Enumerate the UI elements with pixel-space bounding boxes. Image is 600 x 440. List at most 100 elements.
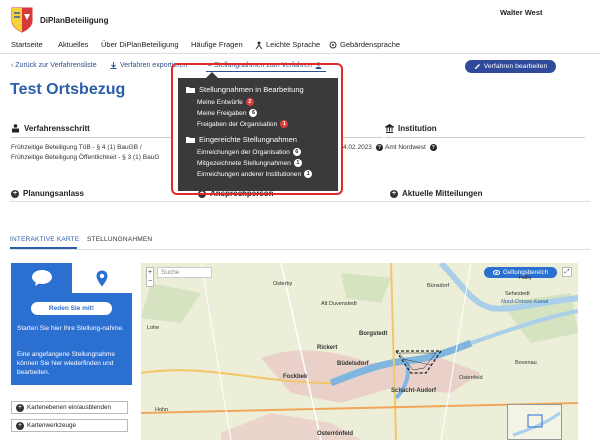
group-heading: Eingereichte Stellungnahmen <box>199 135 297 144</box>
nav-item-aktuelles[interactable]: Aktuelles <box>58 40 88 49</box>
menu-item-einreichungen-organisation[interactable]: Einreichungen der Organisation 6 <box>197 148 301 156</box>
map-label: Ostenfeld <box>459 375 483 381</box>
map-search-input[interactable]: Suche <box>157 267 212 278</box>
overview-minimap[interactable] <box>507 404 562 440</box>
stellungnahmen-dropdown-highlight: Stellungnahmen in Bearbeitung Meine Entw… <box>171 63 343 195</box>
edit-icon <box>474 64 480 69</box>
menu-item-meine-freigaben[interactable]: Meine Freigaben 6 <box>197 109 258 117</box>
group-eingereicht: Eingereichte Stellungnahmen <box>186 135 297 144</box>
participation-panel: Reden Sie mit! Starten Sie hier Ihre Ste… <box>11 263 132 385</box>
institution-label: Institution <box>398 124 437 133</box>
eye-icon <box>492 270 500 275</box>
interactive-map[interactable]: + − Suche Geltungsbereich ⤢ Alt Duvenste… <box>141 263 578 440</box>
map-label: Lohe <box>147 325 160 331</box>
menu-item-label: Einreichungen der Organisation <box>197 148 290 156</box>
planungsanlass-label: Planungsanlass <box>23 189 84 198</box>
zoom-in-button[interactable]: + <box>147 268 153 277</box>
menu-item-label: Meine Freigaben <box>197 109 247 117</box>
section-divider <box>385 137 585 138</box>
plus-icon: + <box>16 403 24 412</box>
map-label: Büdelsdorf <box>337 361 369 367</box>
layers-toggle-button[interactable]: + Kartenebenen ein/ausblenden <box>11 401 128 414</box>
menu-item-label: Freigaben der Organisation <box>197 120 278 128</box>
menu-item-meine-entwuerfe[interactable]: Meine Entwürfe 2 <box>197 98 254 106</box>
plus-icon: + <box>16 421 24 430</box>
section-divider <box>10 201 590 202</box>
schritt-line-1: Frühzeitige Beteiligung TöB - § 4 (1) Ba… <box>11 144 142 151</box>
nav-divider <box>0 53 600 54</box>
count-badge: 2 <box>245 98 254 106</box>
mitteilungen-label: Aktuelle Mitteilungen <box>402 189 483 198</box>
menu-item-label: Mitgezeichnete Stellungnahmen <box>197 159 291 167</box>
nav-item-gebaerdensprache[interactable]: Gebärdensprache <box>329 40 400 49</box>
speech-bubble-icon <box>31 270 52 286</box>
folder-open-icon <box>186 87 195 93</box>
reden-sie-mit-button[interactable]: Reden Sie mit! <box>31 302 112 315</box>
info-icon[interactable]: ? <box>429 144 437 151</box>
coat-of-arms-logo[interactable] <box>11 7 33 33</box>
institution-heading: Institution <box>385 124 437 133</box>
map-label: Bovenau <box>515 360 537 366</box>
nav-item-ueber[interactable]: Über DiPlanBeteiligung <box>101 40 179 49</box>
panel-tab-location[interactable] <box>72 263 132 293</box>
user-name[interactable]: Walter West <box>500 8 543 17</box>
nav-item-faq[interactable]: Häufige Fragen <box>191 40 243 49</box>
map-label: Nord-Ostsee-Kanal <box>501 299 549 305</box>
steps-icon <box>12 124 19 133</box>
nav-label: Aktuelles <box>58 40 89 49</box>
edit-label: Verfahren bearbeiten <box>483 63 548 70</box>
tab-divider <box>10 249 590 250</box>
mitteilungen-toggle[interactable]: + Aktuelle Mitteilungen <box>390 189 482 198</box>
count-badge: 6 <box>249 109 258 117</box>
folder-open-icon <box>186 137 195 143</box>
map-label: Borgstedt <box>359 331 388 337</box>
tools-label: Kartenwerkzeuge <box>27 422 77 429</box>
panel-tabs <box>11 263 132 293</box>
group-heading: Stellungnahmen in Bearbeitung <box>199 85 304 94</box>
schritt-line-2: Frühzeitige Beteiligung Öffentlichkeit -… <box>11 154 160 161</box>
group-in-bearbeitung: Stellungnahmen in Bearbeitung <box>186 85 304 94</box>
panel-intro-text: Starten Sie hier Ihre Stellung-nahme. <box>17 325 124 332</box>
map-label: Haby <box>519 275 532 281</box>
map-expand-icon[interactable]: ⤢ <box>562 267 572 277</box>
nav-item-leichte-sprache[interactable]: Leichte Sprache <box>255 40 320 49</box>
main-nav: Startseite Aktuelles Über DiPlanBeteilig… <box>0 40 600 54</box>
nav-item-startseite[interactable]: Startseite <box>11 40 43 49</box>
tab-interaktive-karte[interactable]: INTERAKTIVE KARTE <box>10 236 79 243</box>
section-divider <box>343 137 383 138</box>
map-tools-button[interactable]: + Kartenwerkzeuge <box>11 419 128 432</box>
count-badge: 6 <box>292 148 301 156</box>
nav-label: Startseite <box>11 40 43 49</box>
page-title: Test Ortsbezug <box>10 81 126 98</box>
zoom-out-button[interactable]: − <box>147 277 153 286</box>
info-icon[interactable]: ? <box>375 144 383 151</box>
map-label: Alt Duvenstedt <box>321 301 357 307</box>
nav-label: Gebärdensprache <box>340 40 401 49</box>
menu-item-mitgezeichnete[interactable]: Mitgezeichnete Stellungnahmen 1 <box>197 159 302 167</box>
verfahrensschritt-label: Verfahrensschritt <box>24 124 90 133</box>
tab-stellungnahmen[interactable]: STELLUNGNAHMEN <box>87 236 152 243</box>
nav-label: Über DiPlanBeteiligung <box>101 40 179 49</box>
edit-procedure-button[interactable]: Verfahren bearbeiten <box>465 60 556 73</box>
brand-name[interactable]: DiPlanBeteiligung <box>40 16 108 25</box>
map-label: Rickert <box>317 345 338 351</box>
map-label: Sehestedt <box>505 291 530 297</box>
location-pin-icon <box>96 270 108 286</box>
menu-item-label: Meine Entwürfe <box>197 98 243 106</box>
layers-label: Kartenebenen ein/ausblenden <box>27 404 112 411</box>
menu-item-freigaben-organisation[interactable]: Freigaben der Organisation 1 <box>197 120 289 128</box>
sign-language-icon <box>329 41 337 48</box>
planungsanlass-toggle[interactable]: + Planungsanlass <box>11 189 84 198</box>
panel-tab-comment[interactable] <box>11 263 72 293</box>
menu-item-einreichungen-andere[interactable]: Einreichungen anderer Institutionen 1 <box>197 170 313 178</box>
map-label: Hohn <box>155 407 169 413</box>
back-link[interactable]: ‹ Zurück zur Verfahrensliste <box>11 62 97 69</box>
section-divider <box>11 137 171 138</box>
map-label: Schacht-Audorf <box>391 388 436 394</box>
institution-value-label: Amt Nordwest <box>385 144 426 151</box>
count-badge: 1 <box>280 120 289 128</box>
map-label: Osterby <box>273 281 293 287</box>
institution-icon <box>385 124 394 133</box>
count-badge: 1 <box>304 170 313 178</box>
nav-label: Leichte Sprache <box>266 40 321 49</box>
